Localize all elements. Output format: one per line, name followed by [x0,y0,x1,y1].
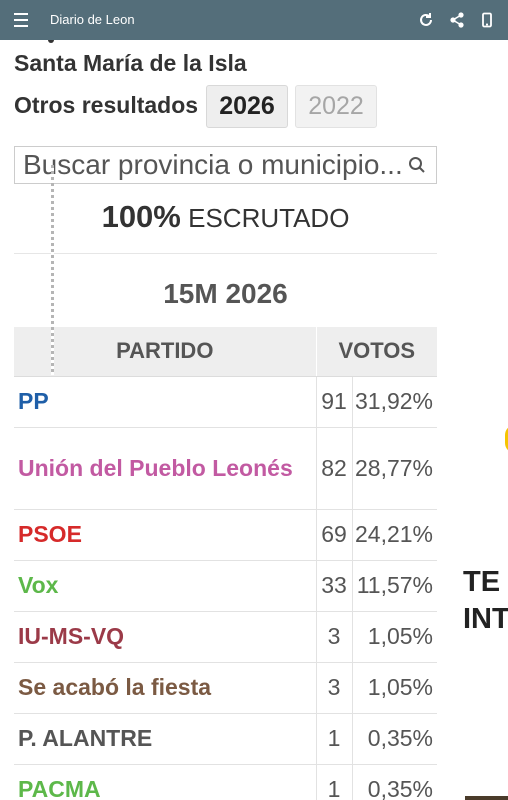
ad-panel [449,40,508,800]
search-box [14,146,437,184]
divider [14,253,437,254]
party-percent: 28,77% [351,427,437,510]
table-row: PACMA 1 0,35% [14,764,437,800]
party-percent: 0,35% [351,713,437,765]
party-votes: 3 [315,662,352,714]
ad-fine-print [48,165,58,375]
year-button-2022[interactable]: 2022 [295,85,377,128]
party-name: PP [14,376,316,428]
scrutiny-status: 100% ESCRUTADO [14,199,437,235]
results-table: PARTIDO VOTOS PP 91 31,92% Unión del Pueblo… [14,327,437,800]
party-percent: 24,21% [351,509,437,561]
table-row: PSOE 69 24,21% [14,509,437,561]
ad-line: TE [463,566,501,598]
scrutiny-label: ESCRUTADO [188,203,350,233]
party-name: PACMA [14,764,316,800]
table-row: IU-MS-VQ 3 1,05% [14,611,437,663]
party-name: Se acabó la fiesta [14,662,316,714]
party-name: IU-MS-VQ [14,611,316,663]
clipped-text-fragment [14,40,54,44]
ad-image-edge [465,796,508,800]
table-row: P. ALANTRE 1 0,35% [14,713,437,765]
party-votes: 69 [315,509,352,561]
scrutiny-percent: 100% [101,199,181,234]
ad-line: INT [463,603,508,635]
table-header-row: PARTIDO VOTOS [14,327,437,377]
search-input[interactable] [15,147,436,183]
party-percent: 31,92% [351,376,437,428]
party-percent: 1,05% [351,611,437,663]
table-row: Vox 33 11,57% [14,560,437,612]
header-votes: VOTOS [315,327,437,377]
refresh-icon[interactable] [416,10,436,30]
phone-icon[interactable] [477,10,497,30]
table-row: PP 91 31,92% [14,376,437,428]
party-name: Vox [14,560,316,612]
table-row: Se acabó la fiesta 3 1,05% [14,662,437,714]
table-row: Unión del Pueblo Leonés 82 28,77% [14,427,437,510]
year-button-2026[interactable]: 2026 [206,85,288,128]
party-percent: 11,57% [351,560,437,612]
share-icon[interactable] [447,10,467,30]
app-title: Diario de Leon [50,12,135,27]
place-title: Santa María de la Isla [14,50,247,76]
party-votes: 1 [315,713,352,765]
party-votes: 91 [315,376,352,428]
other-results-label: Otros resultados [14,92,199,118]
party-name: P. ALANTRE [14,713,316,765]
app-bar: Diario de Leon [0,0,508,40]
party-votes: 1 [315,764,352,800]
party-name: PSOE [14,509,316,561]
party-votes: 3 [315,611,352,663]
header-party: PARTIDO [14,327,316,377]
election-title: 15M 2026 [163,278,288,309]
party-percent: 0,35% [351,764,437,800]
results-body: PP 91 31,92% Unión del Pueblo Leonés 82 28,77… [14,376,437,800]
ad-headline[interactable]: TE INT [463,564,508,638]
party-votes: 82 [315,427,352,510]
party-percent: 1,05% [351,662,437,714]
party-name: Unión del Pueblo Leonés [14,427,316,510]
menu-icon[interactable] [14,13,30,27]
search-icon[interactable] [408,156,426,174]
party-votes: 33 [315,560,352,612]
